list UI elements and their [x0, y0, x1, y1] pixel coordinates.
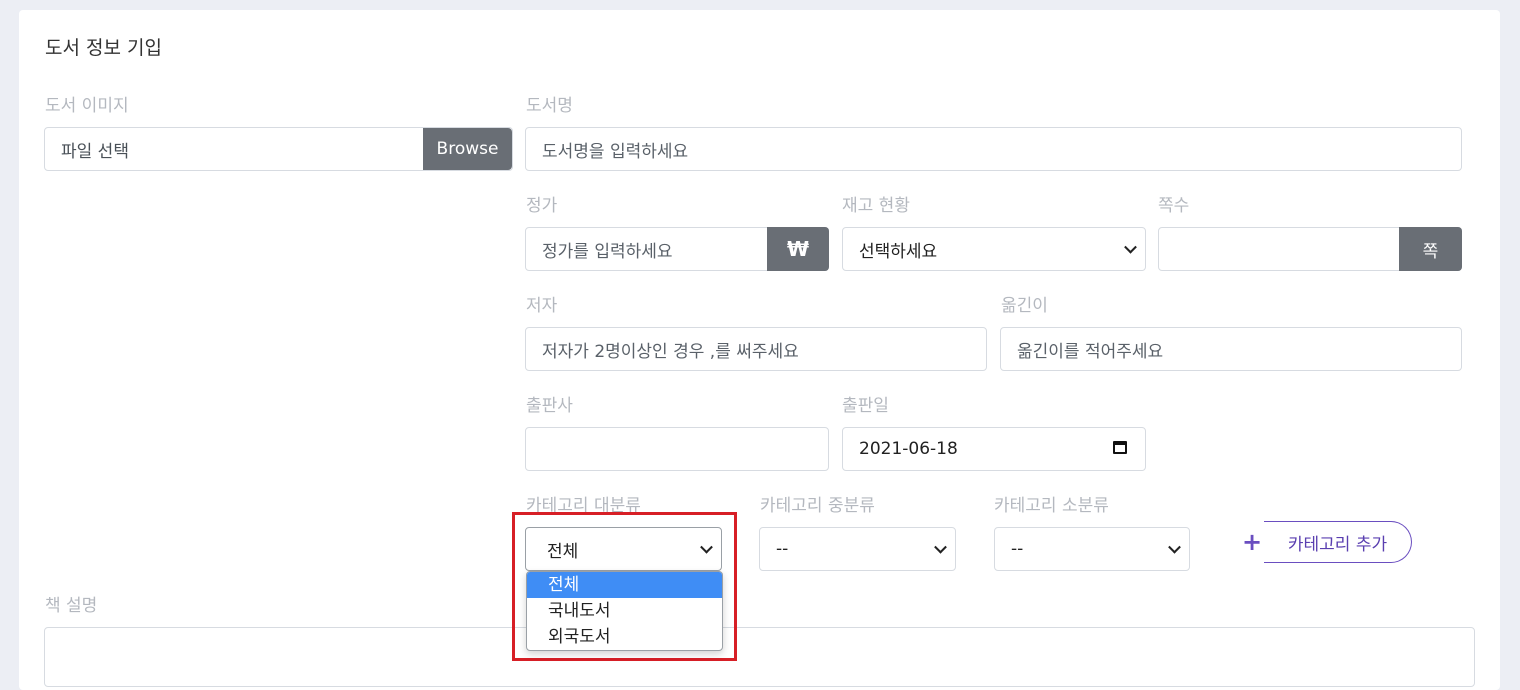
category-major-dropdown: 전체 국내도서 외국도서 [526, 571, 723, 651]
pages-label: 쪽수 [1158, 196, 1190, 216]
category-minor-label: 카테고리 소분류 [994, 496, 1109, 516]
author-placeholder: 저자가 2명이상인 경우 ,를 써주세요 [542, 341, 799, 362]
book-name-placeholder: 도서명을 입력하세요 [542, 141, 689, 162]
category-middle-select[interactable]: -- [759, 527, 956, 571]
pub-date-input[interactable]: 2021-06-18 [842, 427, 1146, 471]
publisher-input[interactable] [525, 427, 829, 471]
translator-input[interactable]: 옮긴이를 적어주세요 [1000, 327, 1462, 371]
description-label: 책 설명 [45, 596, 98, 616]
price-placeholder: 정가를 입력하세요 [542, 241, 673, 262]
dropdown-option[interactable]: 국내도서 [527, 598, 722, 624]
translator-placeholder: 옮긴이를 적어주세요 [1017, 341, 1164, 362]
pages-addon: 쪽 [1399, 227, 1462, 271]
won-addon: ₩ [767, 227, 829, 271]
calendar-icon[interactable] [1113, 441, 1127, 454]
plus-icon[interactable]: + [1242, 528, 1262, 556]
author-input[interactable]: 저자가 2명이상인 경우 ,를 써주세요 [525, 327, 987, 371]
add-category-button[interactable]: 카테고리 추가 [1264, 521, 1412, 563]
author-label: 저자 [526, 296, 558, 316]
category-minor-select[interactable]: -- [994, 527, 1190, 571]
publisher-label: 출판사 [526, 396, 573, 416]
browse-button[interactable]: Browse [423, 128, 512, 170]
dropdown-option[interactable]: 전체 [527, 572, 722, 598]
dropdown-option[interactable]: 외국도서 [527, 624, 722, 650]
category-middle-label: 카테고리 중분류 [760, 496, 875, 516]
book-name-input[interactable]: 도서명을 입력하세요 [525, 127, 1462, 171]
pub-date-label: 출판일 [842, 396, 889, 416]
image-label: 도서 이미지 [45, 96, 129, 116]
category-minor-selected: -- [1011, 539, 1024, 559]
stock-select[interactable]: 선택하세요 [842, 227, 1146, 271]
book-name-label: 도서명 [526, 96, 573, 116]
chevron-down-icon [1168, 540, 1181, 554]
image-file-value: 파일 선택 [61, 141, 129, 162]
description-textarea[interactable] [44, 627, 1475, 687]
chevron-down-icon [1124, 240, 1137, 254]
stock-selected: 선택하세요 [859, 241, 938, 262]
stock-label: 재고 현황 [842, 196, 910, 216]
pub-date-value: 2021-06-18 [859, 439, 958, 459]
form-title: 도서 정보 기입 [45, 37, 162, 59]
translator-label: 옮긴이 [1001, 296, 1048, 316]
chevron-down-icon [934, 540, 947, 554]
price-label: 정가 [526, 196, 558, 216]
category-middle-selected: -- [776, 539, 789, 559]
